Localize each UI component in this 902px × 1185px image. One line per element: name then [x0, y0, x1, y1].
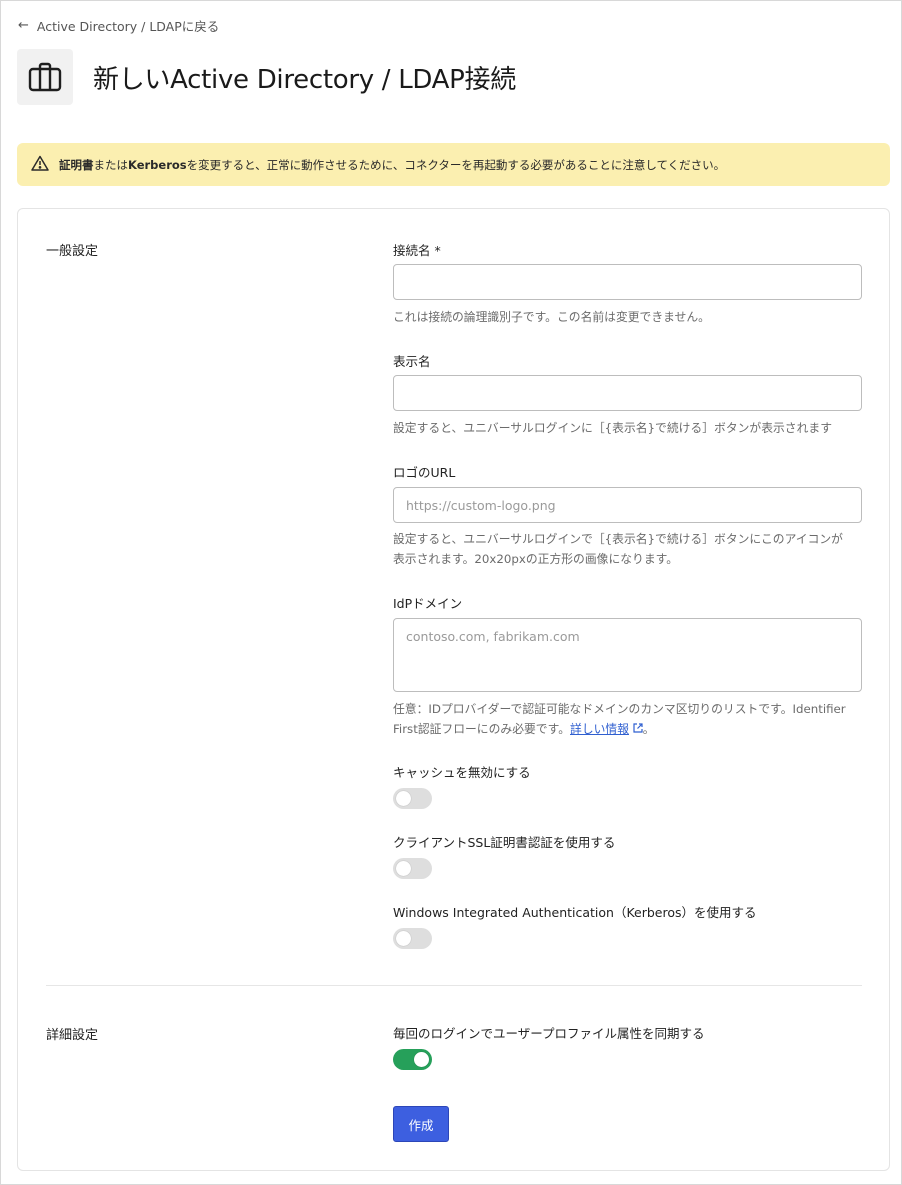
- sync-profile-label: 毎回のログインでユーザープロファイル属性を同期する: [393, 1026, 705, 1041]
- logo-url-help: 設定すると、ユニバーサルログインで［{表示名}で続ける］ボタンにこのアイコンが …: [393, 532, 843, 566]
- warning-text: 証明書またはKerberosを変更すると、正常に動作させるために、コネクターを再…: [59, 157, 726, 172]
- display-name-input[interactable]: [393, 375, 862, 411]
- display-name-help: 設定すると、ユニバーサルログインに［{表示名}で続ける］ボタンが表示されます: [393, 421, 832, 435]
- section-label-advanced: 詳細設定: [46, 1028, 99, 1043]
- connection-name-label: 接続名 *: [393, 243, 441, 258]
- back-link-label: Active Directory / LDAPに戻る: [36, 19, 220, 34]
- sync-profile-toggle[interactable]: [393, 1049, 432, 1070]
- arrow-left-icon: ←: [18, 18, 29, 33]
- idp-domain-help: 任意：IDプロバイダーで認証可能なドメインのカンマ区切りのリストです。Ident…: [393, 702, 846, 736]
- toggle-knob: [396, 791, 411, 806]
- display-name-label: 表示名: [393, 354, 431, 369]
- logo-url-input[interactable]: [393, 487, 862, 523]
- section-divider: [46, 985, 862, 986]
- idp-domain-label: IdPドメイン: [393, 596, 463, 611]
- toggle-knob: [414, 1052, 429, 1067]
- back-link[interactable]: ← Active Directory / LDAPに戻る: [18, 16, 219, 35]
- briefcase-icon: [17, 49, 73, 105]
- toggle-knob: [396, 861, 411, 876]
- logo-url-label: ロゴのURL: [393, 465, 456, 480]
- settings-card: 一般設定 接続名 * これは接続の論理識別子です。この名前は変更できません。 表…: [17, 208, 890, 1171]
- client-ssl-label: クライアントSSL証明書認証を使用する: [393, 835, 616, 850]
- page-title: 新しいActive Directory / LDAP接続: [93, 65, 516, 95]
- toggle-knob: [396, 931, 411, 946]
- kerberos-toggle[interactable]: [393, 928, 432, 949]
- connection-name-help: これは接続の論理識別子です。この名前は変更できません。: [393, 310, 710, 324]
- client-ssl-toggle[interactable]: [393, 858, 432, 879]
- disable-cache-toggle[interactable]: [393, 788, 432, 809]
- warning-icon: [31, 155, 49, 174]
- section-label-general: 一般設定: [46, 244, 99, 259]
- learn-more-link[interactable]: 詳しい情報: [570, 722, 629, 736]
- external-link-icon: [633, 722, 643, 736]
- disable-cache-label: キャッシュを無効にする: [393, 765, 531, 780]
- kerberos-label: Windows Integrated Authentication（Kerber…: [393, 905, 757, 920]
- connection-name-input[interactable]: [393, 264, 862, 300]
- create-button[interactable]: 作成: [393, 1106, 449, 1142]
- idp-domain-input[interactable]: [393, 618, 862, 692]
- warning-banner: 証明書またはKerberosを変更すると、正常に動作させるために、コネクターを再…: [17, 143, 890, 186]
